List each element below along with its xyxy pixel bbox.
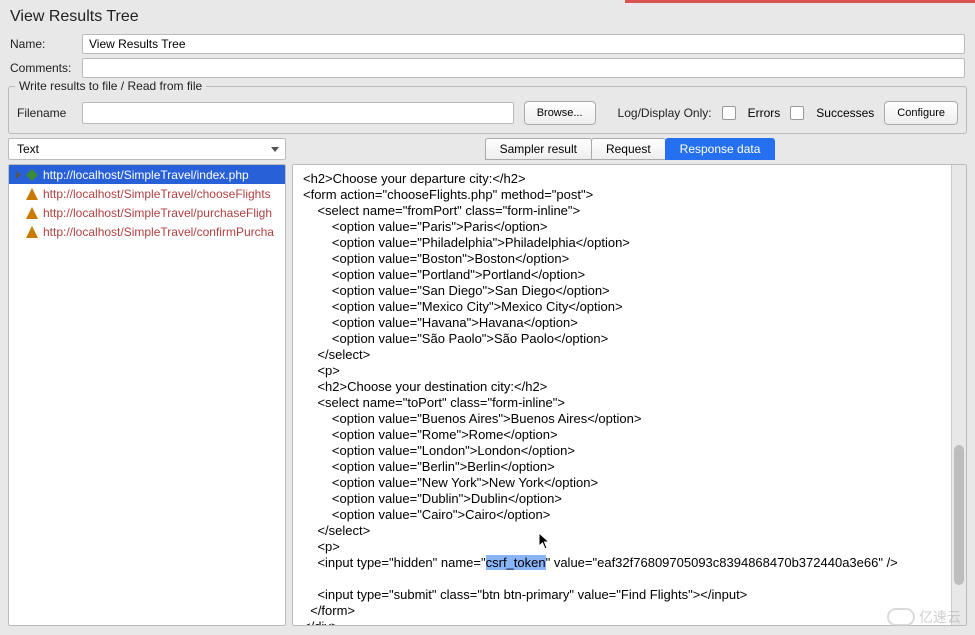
comments-input[interactable]	[82, 58, 965, 78]
comments-row: Comments:	[0, 56, 975, 80]
chevron-down-icon	[271, 147, 279, 152]
tab-response-data[interactable]: Response data	[665, 138, 776, 160]
success-icon	[25, 168, 39, 182]
name-label: Name:	[10, 37, 82, 51]
errors-checkbox[interactable]	[722, 106, 736, 120]
highlight: csrf_token	[486, 555, 546, 570]
panel-title: View Results Tree	[0, 0, 975, 32]
comments-label: Comments:	[10, 61, 82, 75]
watermark-text: 亿速云	[919, 607, 961, 627]
filename-input[interactable]	[82, 102, 514, 124]
errors-label: Errors	[748, 106, 781, 120]
renderer-select[interactable]: Text	[8, 138, 286, 160]
tree-item[interactable]: http://localhost/SimpleTravel/purchaseFl…	[9, 203, 285, 222]
response-body[interactable]: <h2>Choose your departure city:</h2> <fo…	[303, 171, 956, 626]
name-row: Name:	[0, 32, 975, 56]
successes-checkbox[interactable]	[790, 106, 804, 120]
tree-item-label: http://localhost/SimpleTravel/chooseFlig…	[43, 187, 271, 201]
response-tabs: Sampler resultRequestResponse data	[292, 138, 967, 160]
tree-item[interactable]: http://localhost/SimpleTravel/chooseFlig…	[9, 184, 285, 203]
warning-icon	[25, 187, 39, 201]
file-fieldset: Write results to file / Read from file F…	[8, 86, 967, 134]
name-input[interactable]	[82, 34, 965, 54]
filename-label: Filename	[17, 106, 72, 120]
accent-bar	[625, 0, 975, 3]
tab-sampler-result[interactable]: Sampler result	[485, 138, 592, 160]
tree-item-label: http://localhost/SimpleTravel/index.php	[43, 168, 249, 182]
warning-icon	[25, 206, 39, 220]
renderer-value: Text	[17, 142, 39, 156]
tree-item-label: http://localhost/SimpleTravel/purchaseFl…	[43, 206, 272, 220]
watermark: 亿速云	[887, 607, 961, 627]
results-tree[interactable]: http://localhost/SimpleTravel/index.php h…	[8, 164, 286, 626]
cloud-icon	[887, 608, 915, 626]
tree-item[interactable]: http://localhost/SimpleTravel/confirmPur…	[9, 222, 285, 241]
tree-item[interactable]: http://localhost/SimpleTravel/index.php	[9, 165, 285, 184]
response-panel[interactable]: <h2>Choose your departure city:</h2> <fo…	[292, 164, 967, 626]
tree-item-label: http://localhost/SimpleTravel/confirmPur…	[43, 225, 274, 239]
configure-button[interactable]: Configure	[884, 101, 958, 125]
browse-button[interactable]: Browse...	[524, 101, 596, 125]
expand-icon[interactable]	[13, 171, 23, 179]
successes-label: Successes	[816, 106, 874, 120]
tab-request[interactable]: Request	[591, 138, 666, 160]
scrollbar[interactable]	[951, 165, 966, 625]
file-legend: Write results to file / Read from file	[15, 79, 206, 93]
scroll-thumb[interactable]	[954, 445, 964, 585]
warning-icon	[25, 225, 39, 239]
log-display-label: Log/Display Only:	[618, 106, 712, 120]
